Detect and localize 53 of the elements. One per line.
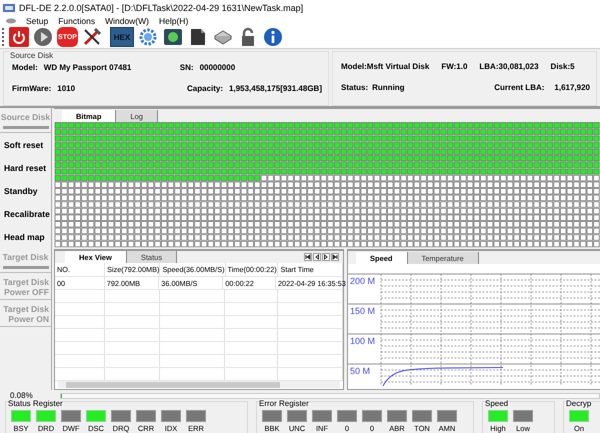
field-value: 1,617,920: [554, 82, 590, 92]
field-label: FirmWare:: [12, 84, 52, 93]
field-value: Running: [372, 82, 406, 92]
menu-item[interactable]: Window(W): [105, 16, 149, 26]
sidebar-button[interactable]: Standby: [0, 179, 51, 202]
sidebar-button[interactable]: Soft reset: [0, 133, 51, 156]
field-value: 00000000: [200, 62, 236, 72]
refresh-button[interactable]: [162, 27, 184, 48]
section-label: Target Disk: [2, 252, 48, 262]
settings-button[interactable]: [137, 27, 159, 48]
app-icon: [3, 2, 15, 13]
section-label: Source Disk: [0, 112, 50, 122]
field-value: WD My Passport 07481: [44, 62, 132, 72]
group-title: Decryp: [566, 399, 592, 408]
horizontal-scrollbar[interactable]: [58, 381, 340, 388]
window-title: DFL-DE 2.2.0.0[SATA0] - [D:\DFLTask\2022-04-29 1631\NewTask.map]: [19, 2, 304, 13]
tools-button[interactable]: [81, 27, 103, 48]
info-button[interactable]: [262, 27, 284, 48]
field-label: Model:: [12, 62, 38, 72]
field-label: Status:: [341, 82, 368, 92]
group-title: Speed: [485, 399, 508, 408]
first-page-icon[interactable]: [304, 253, 312, 262]
group-title: Status Register: [8, 399, 63, 408]
progress-label: 0.08%: [10, 391, 34, 400]
field-value: 1010: [57, 84, 76, 93]
axis-label: 50 M: [350, 366, 370, 376]
field-value: 1,953,458,175[931.48GB]: [229, 84, 322, 93]
sidebar-button[interactable]: Hard reset: [0, 156, 51, 180]
axis-label: 150 M: [350, 306, 376, 316]
field-value: FW:1.0: [441, 62, 468, 71]
section-bar: [2, 126, 48, 130]
next-page-icon[interactable]: [322, 253, 330, 262]
menu-item[interactable]: Help(H): [159, 16, 188, 26]
axis-label: 200 M: [350, 276, 376, 286]
field-label: SN:: [180, 62, 194, 72]
group-title: Error Register: [259, 399, 309, 408]
field-value: LBA:30,081,023: [479, 62, 539, 71]
power-button[interactable]: [9, 27, 29, 48]
field-value: Model:Msft Virtual Disk: [341, 62, 430, 71]
panel-title: Source Disk: [10, 50, 54, 60]
drive-icon: [6, 18, 16, 24]
play-button[interactable]: [32, 27, 54, 48]
section-bar: [2, 266, 48, 270]
previous-page-icon[interactable]: [313, 253, 321, 262]
last-page-icon[interactable]: [331, 253, 339, 262]
menu-item[interactable]: Setup: [26, 16, 48, 26]
sidebar-button[interactable]: Recalibrate: [0, 202, 51, 226]
field-value: Disk:5: [550, 62, 575, 71]
sidebar-button[interactable]: Head map: [0, 225, 51, 248]
field-label: Capacity:: [187, 84, 224, 93]
field-label: Current LBA:: [494, 82, 544, 92]
axis-label: 100 M: [350, 336, 376, 346]
menu-item[interactable]: Functions: [58, 16, 96, 26]
